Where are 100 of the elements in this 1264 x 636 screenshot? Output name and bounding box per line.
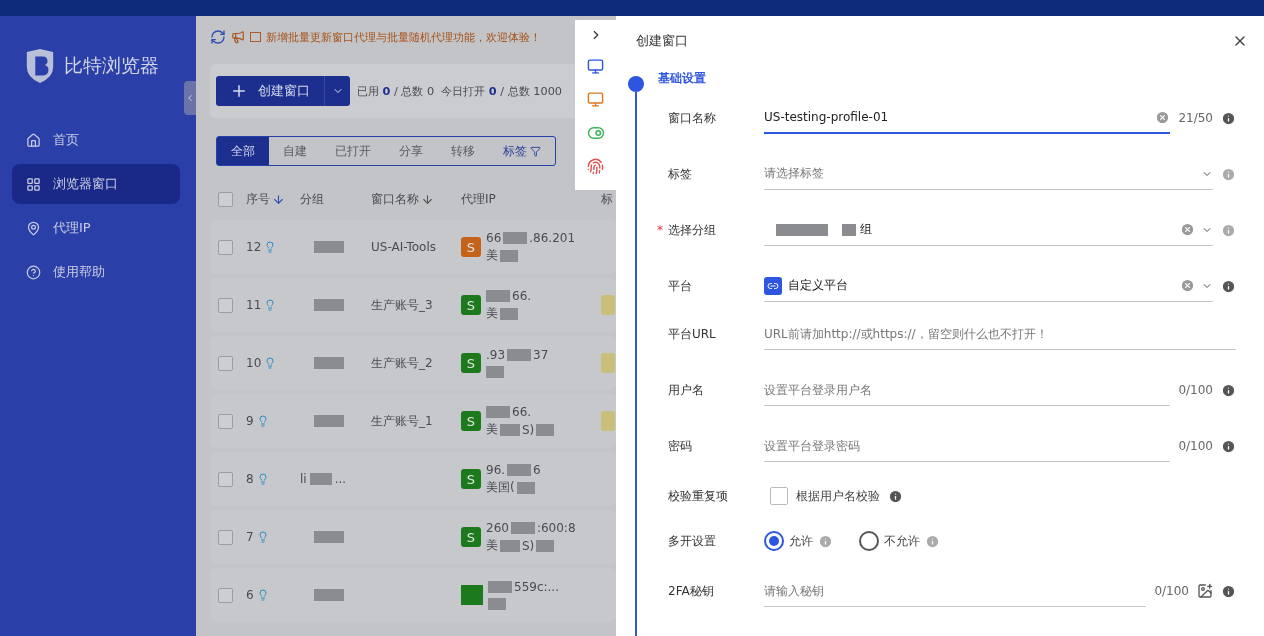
proxy-badge: S [461,237,481,257]
row-checkbox[interactable] [218,239,233,255]
sort-arrow-icon[interactable] [421,192,434,206]
redacted-block [488,580,512,593]
proxy-ip: 66. [512,288,532,303]
column-header[interactable]: 序号 [246,190,270,208]
clear-icon[interactable] [1180,222,1195,237]
bulb-icon [264,357,277,369]
proxy-ip: 6 [533,462,541,477]
filter-tab[interactable]: 分享 [385,137,437,165]
table-row[interactable]: 9 生产账号_1 S 66. 美 S) [210,394,616,448]
column-header[interactable]: 窗口名称 [371,190,419,208]
redacted-block [314,357,344,369]
filter-tab[interactable]: 标签 [489,137,555,165]
bulb-icon [256,473,269,485]
redacted-block [536,539,555,552]
bulb-icon [256,589,269,601]
radio-button[interactable] [764,531,784,551]
proxy-badge: S [461,295,481,315]
field-label: 密码 [668,437,692,455]
pin-icon [26,220,41,236]
field-label: 2FA秘钥 [668,582,714,600]
clear-icon[interactable] [1155,109,1171,125]
row-checkbox[interactable] [218,297,233,313]
redacted-block [503,231,528,244]
info-icon [888,488,903,504]
fingerprint-icon[interactable] [587,158,604,175]
field-label: 多开设置 [668,532,716,550]
proxy-country: 美 [486,537,498,554]
select-field[interactable]: 请选择标签 [764,158,1213,190]
filter-tab[interactable]: 转移 [437,137,489,165]
row-index: 8 [246,472,254,486]
collapse-handle[interactable] [184,81,196,115]
nav-item[interactable]: 代理IP [12,208,180,248]
column-header[interactable]: 标 [601,190,613,208]
field-label: 平台 [668,277,692,295]
char-counter: 0/100 [1178,383,1213,397]
step-title: 基础设置 [657,69,707,87]
table-row[interactable]: 6 559c:... [210,568,616,622]
clear-icon[interactable] [1180,278,1195,293]
redacted-block [314,589,344,601]
proxy-badge: S [461,469,481,489]
row-checkbox[interactable] [218,587,233,603]
proxy-ip: 66. [512,404,532,419]
redacted-block [314,299,344,311]
row-checkbox[interactable] [218,529,233,545]
app-logo: 比特浏览器 [64,53,159,78]
window-name: US-AI-Tools [371,240,436,254]
checkbox[interactable] [770,487,788,505]
redacted-block [507,463,532,476]
proxy-ip: 96. [486,462,506,477]
proxy-country: S) [522,422,535,437]
select-value: 自定义平台 [788,277,848,294]
toggle-icon[interactable] [586,124,605,142]
text-field[interactable]: URL前请加http://或https://，留空则什么也不打开！ [764,326,1236,341]
help-icon [26,264,41,280]
filter-tab[interactable]: 已打开 [321,137,385,165]
nav-item[interactable]: 使用帮助 [12,252,180,292]
proxy-ip: 66 [486,230,502,245]
home-icon [26,132,41,148]
table-row[interactable]: 7 S 260 :600:8 美 S) [210,510,616,564]
table-row[interactable]: 12 US-AI-Tools S 66 .86.201 美 [210,220,616,274]
text-field[interactable]: US-testing-profile-01 [764,110,1150,124]
info-icon [818,533,833,549]
monitor-icon[interactable] [587,91,604,108]
nav-item[interactable]: 浏览器窗口 [12,164,180,204]
row-checkbox[interactable] [218,471,233,487]
column-header[interactable]: 代理IP [461,190,496,208]
row-checkbox[interactable] [218,355,233,371]
refresh-icon[interactable] [210,29,226,45]
select-value: 组 [860,221,872,238]
image-add-icon[interactable] [1197,583,1213,599]
select-field[interactable]: 组 [764,214,1213,246]
proxy-badge: S [461,527,481,547]
field-label: 标签 [668,165,692,183]
filter-tab[interactable]: 全部 [217,137,269,165]
table-row[interactable]: 10 生产账号_2 S .93 37 [210,336,616,390]
create-window-button[interactable]: 创建窗口 [216,76,324,106]
radio-button[interactable] [859,531,879,551]
redacted-block [500,539,520,552]
shield-logo-icon [24,48,56,84]
text-field[interactable]: 设置平台登录密码 [764,438,1171,453]
monitor-icon[interactable] [587,58,604,75]
dropdown-button[interactable] [324,76,350,106]
nav-item[interactable]: 首页 [12,120,180,160]
sort-arrow-icon[interactable] [272,192,285,206]
bulb-icon [264,299,277,311]
notice-text: 新增批量更新窗口代理与批量随机代理功能，欢迎体验！ [266,29,541,45]
filter-tab[interactable]: 自建 [269,137,321,165]
table-row[interactable]: 11 生产账号_3 S 66. 美 [210,278,616,332]
row-index: 11 [246,298,262,312]
text-field[interactable]: 设置平台登录用户名 [764,382,1171,397]
text-field[interactable]: 请输入秘钥 [764,583,1147,598]
redacted-block [309,473,332,485]
select-field[interactable]: 自定义平台 [764,270,1213,302]
proxy-ip: :600:8 [536,520,576,535]
select-all-checkbox[interactable] [218,191,233,207]
row-checkbox[interactable] [218,413,233,429]
table-row[interactable]: 8 li ... S 96. 6 美国( [210,452,616,506]
column-header[interactable]: 分组 [300,190,324,208]
